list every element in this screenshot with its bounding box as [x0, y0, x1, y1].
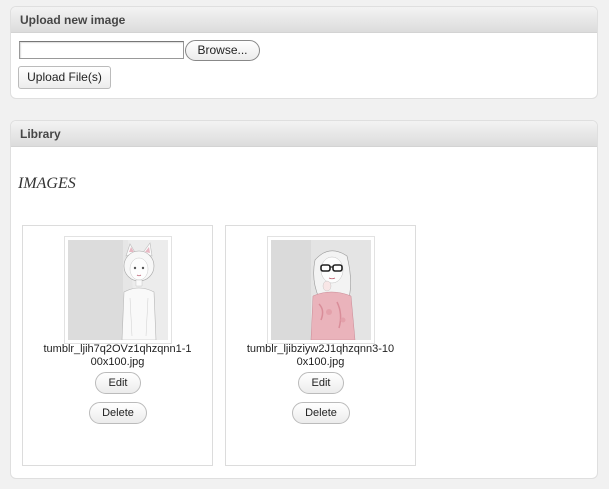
sketch-girl-cat-ears-image	[68, 240, 168, 340]
image-card: tumblr_ljih7q2OVz1qhzqnn1-1 00x100.jpg E…	[22, 225, 213, 466]
browse-button[interactable]: Browse...	[185, 40, 260, 61]
filename-line: tumblr_ljih7q2OVz1qhzqnn1-1	[43, 343, 192, 355]
filename-line: tumblr_ljibziyw2J1qhzqnn3-10	[246, 343, 395, 355]
image-thumbnail[interactable]	[64, 236, 172, 344]
delete-button[interactable]: Delete	[89, 402, 147, 424]
library-panel: Library IMAGES tumblr_ljih7q2OVz1qhzqnn1…	[10, 120, 598, 479]
delete-button[interactable]: Delete	[292, 402, 350, 424]
upload-panel: Upload new image Browse... Upload File(s…	[10, 6, 598, 99]
filename-line: 0x100.jpg	[296, 356, 345, 368]
image-thumbnail[interactable]	[267, 236, 375, 344]
filename-line: 00x100.jpg	[90, 356, 145, 368]
upload-files-button[interactable]: Upload File(s)	[18, 66, 111, 89]
edit-button[interactable]: Edit	[95, 372, 141, 394]
sketch-girl-glasses-pink-image	[271, 240, 371, 340]
image-card: tumblr_ljibziyw2J1qhzqnn3-10 0x100.jpg E…	[225, 225, 416, 466]
page: Upload new image Browse... Upload File(s…	[0, 0, 609, 489]
upload-panel-title: Upload new image	[11, 7, 597, 33]
images-heading: IMAGES	[18, 175, 76, 192]
image-filename: tumblr_ljih7q2OVz1qhzqnn1-1 00x100.jpg	[23, 343, 212, 369]
file-path-field[interactable]	[19, 41, 184, 59]
image-filename: tumblr_ljibziyw2J1qhzqnn3-10 0x100.jpg	[226, 343, 415, 369]
library-panel-title: Library	[11, 121, 597, 147]
edit-button[interactable]: Edit	[298, 372, 344, 394]
